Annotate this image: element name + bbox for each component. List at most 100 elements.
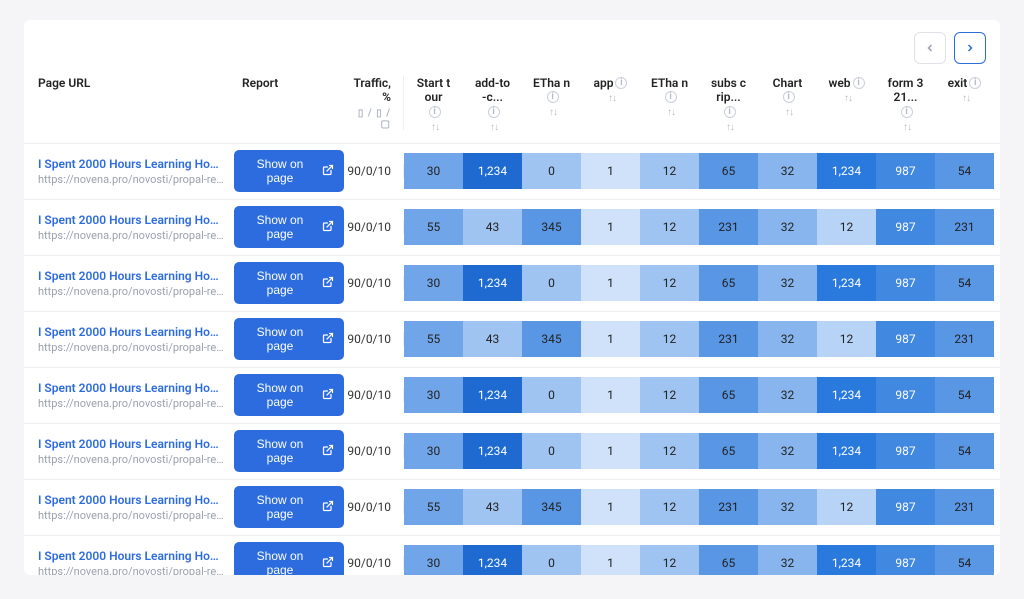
heat-cell[interactable]: 987	[876, 545, 935, 575]
sort-icon[interactable]: ↑↓	[903, 122, 911, 133]
heat-cell[interactable]: 0	[522, 265, 581, 301]
heat-cell[interactable]: 345	[522, 489, 581, 525]
heat-cell[interactable]: 345	[522, 321, 581, 357]
heat-cell[interactable]: 43	[463, 489, 522, 525]
col-header-ethan1[interactable]: ETha ni↑↓	[522, 76, 581, 133]
heat-cell[interactable]: 1	[581, 153, 640, 189]
table-body[interactable]: I Spent 2000 Hours Learning How To Lea..…	[24, 144, 1000, 575]
sort-icon[interactable]: ↑↓	[785, 107, 793, 118]
heat-cell[interactable]: 0	[522, 545, 581, 575]
heat-cell[interactable]: 987	[876, 377, 935, 413]
heat-cell[interactable]: 12	[640, 265, 699, 301]
info-icon[interactable]: i	[615, 77, 627, 89]
heat-cell[interactable]: 1	[581, 489, 640, 525]
heat-cell[interactable]: 32	[758, 489, 817, 525]
heat-cell[interactable]: 1,234	[817, 545, 876, 575]
sort-icon[interactable]: ↑↓	[844, 93, 852, 104]
heat-cell[interactable]: 55	[404, 209, 463, 245]
prev-page-button[interactable]	[914, 32, 946, 64]
heat-cell[interactable]: 231	[699, 321, 758, 357]
heat-cell[interactable]: 1,234	[817, 433, 876, 469]
show-on-page-button[interactable]: Show on page	[234, 542, 344, 575]
col-header-subscrip[interactable]: subs crip...i↑↓	[699, 76, 758, 133]
info-icon[interactable]: i	[488, 106, 500, 118]
heat-cell[interactable]: 32	[758, 209, 817, 245]
heat-cell[interactable]: 1	[581, 265, 640, 301]
heat-cell[interactable]: 12	[817, 321, 876, 357]
heat-cell[interactable]: 54	[935, 545, 994, 575]
heat-cell[interactable]: 55	[404, 321, 463, 357]
heat-cell[interactable]: 0	[522, 153, 581, 189]
page-title-link[interactable]: I Spent 2000 Hours Learning How To Lea..…	[38, 493, 226, 507]
info-icon[interactable]: i	[665, 91, 677, 103]
col-header-app[interactable]: appi↑↓	[581, 76, 640, 133]
heat-cell[interactable]: 65	[699, 153, 758, 189]
heat-cell[interactable]: 65	[699, 433, 758, 469]
next-page-button[interactable]	[954, 32, 986, 64]
show-on-page-button[interactable]: Show on page	[234, 486, 344, 528]
heat-cell[interactable]: 231	[699, 209, 758, 245]
info-icon[interactable]: i	[429, 106, 441, 118]
heat-cell[interactable]: 32	[758, 321, 817, 357]
heat-cell[interactable]: 1	[581, 377, 640, 413]
heat-cell[interactable]: 32	[758, 377, 817, 413]
heat-cell[interactable]: 55	[404, 489, 463, 525]
heat-cell[interactable]: 987	[876, 489, 935, 525]
heat-cell[interactable]: 1	[581, 545, 640, 575]
col-header-report[interactable]: Report	[234, 76, 344, 90]
show-on-page-button[interactable]: Show on page	[234, 318, 344, 360]
heat-cell[interactable]: 32	[758, 265, 817, 301]
page-title-link[interactable]: I Spent 2000 Hours Learning How To Lea..…	[38, 157, 226, 171]
sort-icon[interactable]: ↑↓	[608, 93, 616, 104]
heat-cell[interactable]: 1,234	[463, 265, 522, 301]
col-header-web[interactable]: webi↑↓	[817, 76, 876, 133]
heat-cell[interactable]: 65	[699, 377, 758, 413]
sort-icon[interactable]: ↑↓	[962, 93, 970, 104]
heat-cell[interactable]: 54	[935, 153, 994, 189]
info-icon[interactable]: i	[547, 91, 559, 103]
heat-cell[interactable]: 12	[817, 489, 876, 525]
heat-cell[interactable]: 43	[463, 321, 522, 357]
heat-cell[interactable]: 65	[699, 265, 758, 301]
show-on-page-button[interactable]: Show on page	[234, 262, 344, 304]
heat-cell[interactable]: 231	[699, 489, 758, 525]
heat-cell[interactable]: 32	[758, 545, 817, 575]
sort-icon[interactable]: ↑↓	[431, 122, 439, 133]
info-icon[interactable]: i	[853, 77, 865, 89]
heat-cell[interactable]: 987	[876, 321, 935, 357]
info-icon[interactable]: i	[901, 106, 913, 118]
heat-cell[interactable]: 30	[404, 377, 463, 413]
col-header-start_tour[interactable]: Start touri↑↓	[404, 76, 463, 133]
heat-cell[interactable]: 54	[935, 433, 994, 469]
heat-cell[interactable]: 1,234	[463, 433, 522, 469]
heat-cell[interactable]: 1,234	[463, 153, 522, 189]
col-header-ethan2[interactable]: ETha ni↑↓	[640, 76, 699, 133]
heat-cell[interactable]: 12	[640, 153, 699, 189]
show-on-page-button[interactable]: Show on page	[234, 374, 344, 416]
heat-cell[interactable]: 54	[935, 265, 994, 301]
col-header-form321[interactable]: form 321...i↑↓	[876, 76, 935, 133]
heat-cell[interactable]: 32	[758, 433, 817, 469]
show-on-page-button[interactable]: Show on page	[234, 150, 344, 192]
heat-cell[interactable]: 12	[640, 209, 699, 245]
heat-cell[interactable]: 231	[935, 209, 994, 245]
col-header-exit[interactable]: exiti↑↓	[935, 76, 994, 133]
page-title-link[interactable]: I Spent 2000 Hours Learning How To Lea..…	[38, 381, 226, 395]
heat-cell[interactable]: 1,234	[463, 377, 522, 413]
page-title-link[interactable]: I Spent 2000 Hours Learning How To Lea..…	[38, 269, 226, 283]
col-header-chart[interactable]: Charti↑↓	[758, 76, 817, 133]
heat-cell[interactable]: 12	[640, 489, 699, 525]
heat-cell[interactable]: 12	[640, 321, 699, 357]
sort-icon[interactable]: ↑↓	[726, 122, 734, 133]
heat-cell[interactable]: 1,234	[817, 153, 876, 189]
info-icon[interactable]: i	[783, 91, 795, 103]
info-icon[interactable]: i	[969, 77, 981, 89]
heat-cell[interactable]: 231	[935, 321, 994, 357]
sort-icon[interactable]: ↑↓	[549, 107, 557, 118]
heat-cell[interactable]: 12	[640, 545, 699, 575]
show-on-page-button[interactable]: Show on page	[234, 430, 344, 472]
heat-cell[interactable]: 987	[876, 209, 935, 245]
heat-cell[interactable]: 54	[935, 377, 994, 413]
heat-cell[interactable]: 43	[463, 209, 522, 245]
heat-cell[interactable]: 30	[404, 265, 463, 301]
